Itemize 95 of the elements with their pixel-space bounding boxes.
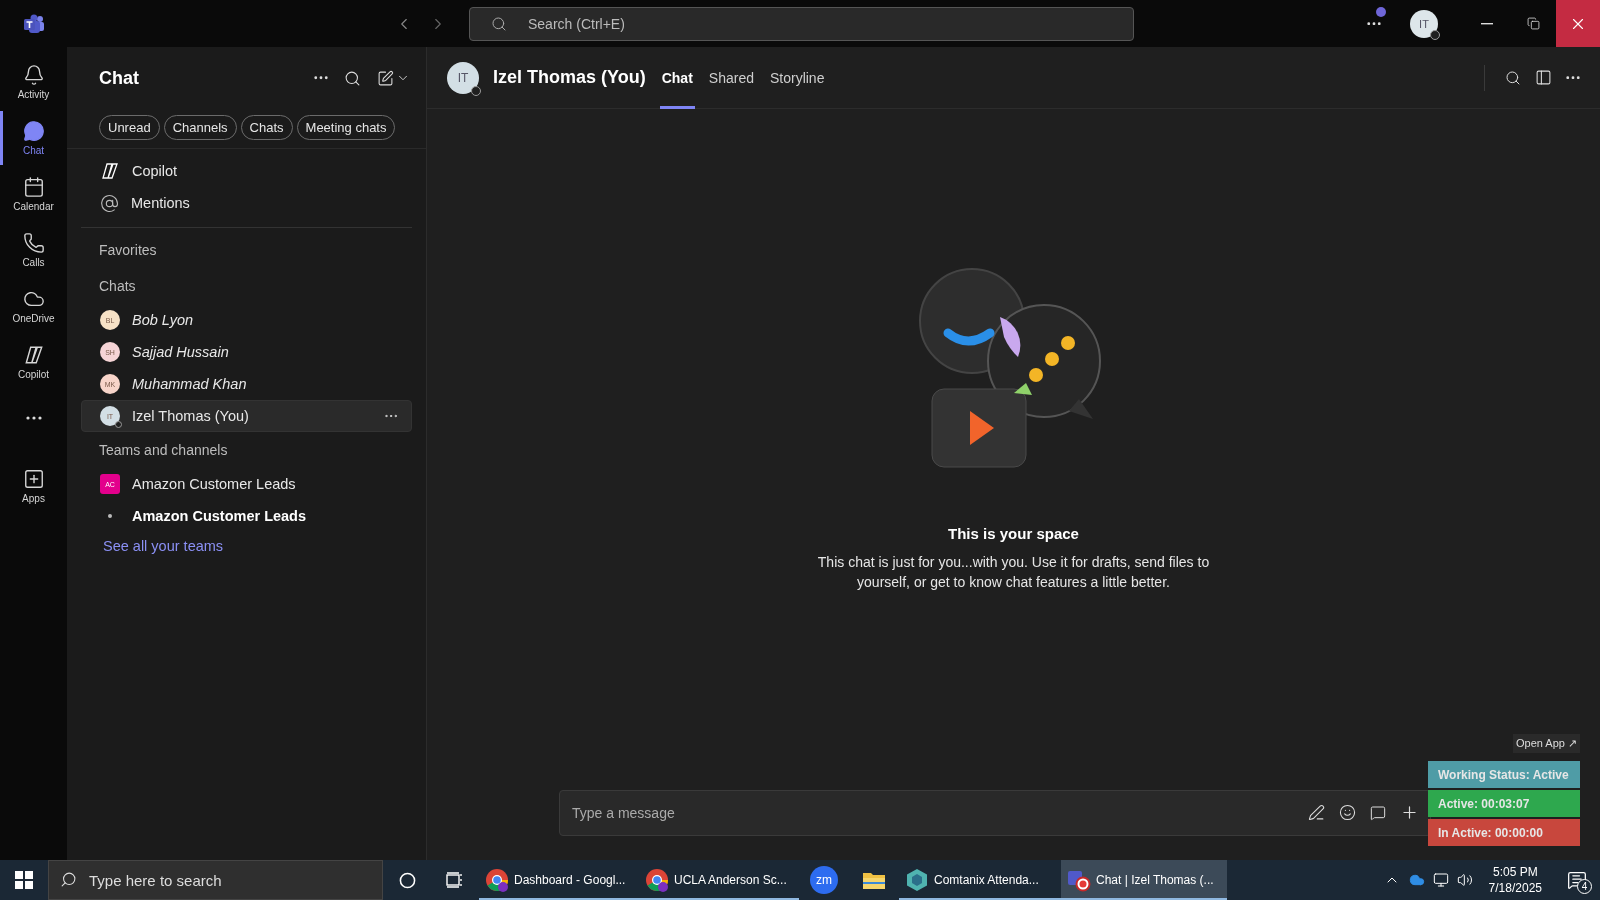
notification-count: 4 (1577, 879, 1592, 894)
status-row: In Active: 00:00:00 (1428, 819, 1580, 846)
search-icon (1505, 69, 1521, 86)
chat-icon (22, 120, 45, 142)
monitor-icon (1432, 872, 1449, 888)
status-row: Working Status: Active (1428, 761, 1580, 788)
section-heading[interactable]: Teams and channels (81, 432, 412, 468)
chat-name: Muhammad Khan (132, 376, 248, 392)
quick-link[interactable]: Copilot (81, 155, 412, 187)
more-icon (314, 76, 328, 80)
circle-icon (398, 871, 416, 889)
zoom-logo: zm (810, 866, 838, 894)
conversation-tab[interactable]: Storyline (767, 46, 827, 109)
rail-tab[interactable]: Copilot (0, 335, 67, 389)
message-field[interactable]: Type a message (559, 790, 1431, 836)
profile-avatar[interactable]: IT (1410, 9, 1438, 38)
windows-logo-icon (15, 871, 33, 889)
taskbar-app[interactable]: UCLA Anderson Sc... (639, 860, 799, 900)
rail-tab[interactable]: OneDrive (0, 279, 67, 333)
search-field[interactable]: Search (Ctrl+E) (469, 6, 1134, 41)
side-panel-button[interactable] (1535, 69, 1552, 86)
clock-date: 7/18/2025 (1488, 880, 1542, 896)
browser-icon (485, 868, 509, 892)
rail-tab[interactable]: Activity (0, 55, 67, 109)
search-button[interactable] (344, 69, 361, 87)
presence-icon (115, 421, 122, 428)
taskbar-app[interactable]: Chat | Izel Thomas (... (1061, 860, 1227, 900)
restore-icon (1526, 17, 1540, 30)
status-row: Active: 00:03:07 (1428, 790, 1580, 817)
pen-icon (1308, 804, 1325, 821)
more-icon (1566, 75, 1580, 80)
loop-button[interactable] (1370, 803, 1386, 822)
teams-recording-icon (1067, 868, 1091, 892)
emoji-button[interactable] (1339, 803, 1356, 822)
conversation-tab[interactable]: Shared (706, 46, 756, 109)
copilot-icon (100, 161, 120, 181)
quick-link-label: Copilot (132, 163, 179, 179)
search-button[interactable] (1505, 69, 1521, 86)
add-apps-icon (22, 468, 45, 490)
more-options-button[interactable] (1566, 75, 1580, 80)
speaker-icon (1456, 872, 1473, 888)
speech-bubble-icon (1370, 804, 1386, 821)
taskbar-search-field[interactable]: Type here to search (48, 860, 383, 900)
cloud-icon (1408, 872, 1425, 888)
avatar: IT (447, 61, 479, 94)
emoji-icon (1339, 804, 1356, 821)
notification-button[interactable]: 4 (1554, 860, 1600, 900)
bullet-icon (108, 514, 112, 518)
rail-tab[interactable]: Apps (0, 459, 67, 513)
minimize-icon (1481, 22, 1493, 25)
hexagon-logo-icon (905, 868, 929, 892)
empty-state-text: This chat is just for you...with you. Use it for drafts, send files to yourself, or get to know chat features a little better. (816, 553, 1211, 592)
clock[interactable]: 5:05 PM 7/18/2025 (1476, 864, 1554, 896)
panel-title: Chat (99, 67, 140, 89)
taskbar-app[interactable]: zm (799, 860, 849, 900)
channel-name: Amazon Customer Leads (132, 508, 308, 524)
empty-state-title: This is your space (948, 525, 1079, 542)
add-button[interactable] (1400, 803, 1419, 822)
search-icon (60, 871, 77, 888)
calendar-icon (22, 176, 45, 198)
section-heading[interactable]: Favorites (81, 232, 412, 268)
taskbar-app[interactable]: Dashboard - Googl... (479, 860, 639, 900)
quick-link-label: Mentions (131, 195, 191, 211)
quick-link[interactable]: Mentions (81, 187, 412, 219)
presence-icon (1430, 29, 1440, 40)
see-all-teams-link[interactable]: See all your teams (103, 538, 412, 554)
panel-icon (1535, 69, 1552, 86)
task-view-icon (446, 872, 464, 888)
conversation-tab[interactable]: Chat (659, 46, 695, 109)
more-options-button[interactable] (314, 76, 328, 80)
open-app-button[interactable]: Open App ↗ (1513, 734, 1580, 753)
format-button[interactable] (1308, 803, 1325, 822)
conversation-title: Izel Thomas (You) (493, 67, 646, 88)
rail-tab[interactable]: Calendar (0, 167, 67, 221)
browser-icon (645, 868, 669, 892)
compose-icon (377, 69, 394, 87)
search-icon (491, 15, 507, 32)
clock-time: 5:05 PM (1492, 864, 1538, 880)
channel-item[interactable]: Amazon Customer Leads (81, 500, 412, 532)
chat-name: Bob Lyon (132, 312, 194, 328)
new-chat-button[interactable] (377, 69, 410, 87)
mention-icon (100, 193, 119, 213)
phone-icon (22, 232, 45, 254)
search-icon (344, 69, 361, 87)
bell-icon (22, 64, 45, 86)
chat-name: Izel Thomas (You) (132, 408, 250, 424)
rail-tab[interactable]: Calls (0, 223, 67, 277)
chat-name: Sajjad Hussain (132, 344, 230, 360)
section-heading[interactable]: Chats (81, 268, 412, 304)
team-name: Amazon Customer Leads (132, 476, 297, 492)
more-icon (1367, 21, 1381, 26)
plus-icon (1400, 803, 1419, 822)
presence-icon (471, 85, 481, 96)
more-icon (25, 416, 42, 420)
teams-logo-icon (22, 13, 45, 34)
